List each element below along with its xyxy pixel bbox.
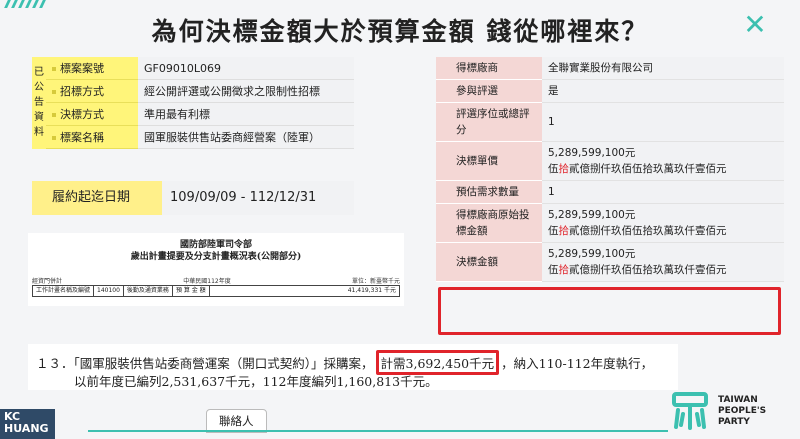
doc-header-2: 歲出計畫提要及分支計畫概況表(公開部分) — [130, 252, 302, 262]
announced-data-label: 已公告資料 — [32, 57, 46, 149]
footer-bar — [88, 430, 668, 432]
table-row: 決標單價 5,289,599,100元 伍拾貳億捌仟玖佰伍拾玖萬玖仟壹佰元 — [436, 141, 784, 181]
table-row: 標案名稱 國軍服裝供售站委商經營案（陸軍） — [32, 125, 354, 149]
table-row: 招標方式 經公開評選或公開徵求之限制性招標 — [32, 79, 354, 103]
table-row: 評選序位或總評分 1 — [436, 102, 784, 142]
presenter-tag: KC HUANG — [0, 409, 55, 439]
table-row: 已公告資料 標案案號 GF09010L069 — [32, 57, 354, 149]
table-row: 得標廠商 全聯實業股份有限公司 — [436, 57, 784, 80]
tpp-logo-icon — [672, 392, 708, 430]
slide-title: 為何決標金額大於預算金額 錢從哪裡來？ — [151, 17, 649, 46]
contract-period-value: 109/09/09 - 112/12/31 — [162, 181, 354, 215]
tender-info-table: 已公告資料 標案案號 GF09010L069 招標方式 經公開評選或公開徵求之限… — [32, 57, 354, 149]
bullet-icon — [52, 113, 56, 117]
award-info-table: 得標廠商 全聯實業股份有限公司 參與評選 是 評選序位或總評分 1 決標單價 5… — [436, 57, 784, 282]
contract-period: 履約起迄日期 109/09/09 - 112/12/31 — [32, 181, 354, 215]
contract-period-label: 履約起迄日期 — [32, 181, 162, 215]
table-row: 決標方式 準用最有利標 — [32, 102, 354, 126]
bullet-icon — [52, 136, 56, 140]
corner-stripes — [4, 0, 46, 8]
budget-document-excerpt: 國防部陸軍司令部 歲出計畫提要及分支計畫概況表(公開部分) 經資門併計 中華民國… — [28, 233, 404, 306]
doc-meta: 經資門併計 中華民國112年度 單位：新臺幣千元 — [32, 278, 400, 285]
budget-note: １３．「國軍服裝供售站委商營運案（開口式契約）」採購案， 計需3,692,450千… — [28, 344, 678, 390]
bullet-icon — [52, 90, 56, 94]
award-amount-highlight — [438, 287, 781, 335]
bullet-icon — [52, 67, 56, 71]
party-logo: TAIWAN PEOPLE'S PARTY — [672, 390, 790, 432]
table-row: 得標廠商原始投標金額 5,289,599,100元 伍拾貳億捌仟玖佰伍拾玖萬玖仟… — [436, 203, 784, 243]
close-icon[interactable]: ✕ — [742, 11, 768, 39]
doc-budget-row: 工作計畫名稱及編號 140100 後勤及通資業務 預 算 金 額 41,419,… — [32, 285, 400, 297]
doc-budget-amount: 41,419,331 千元 — [347, 287, 396, 294]
table-row: 參與評選 是 — [436, 79, 784, 103]
table-row: 決標金額 5,289,599,100元 伍拾貳億捌仟玖佰伍拾玖萬玖仟壹佰元 — [436, 242, 784, 282]
table-row: 預估需求數量 1 — [436, 180, 784, 204]
